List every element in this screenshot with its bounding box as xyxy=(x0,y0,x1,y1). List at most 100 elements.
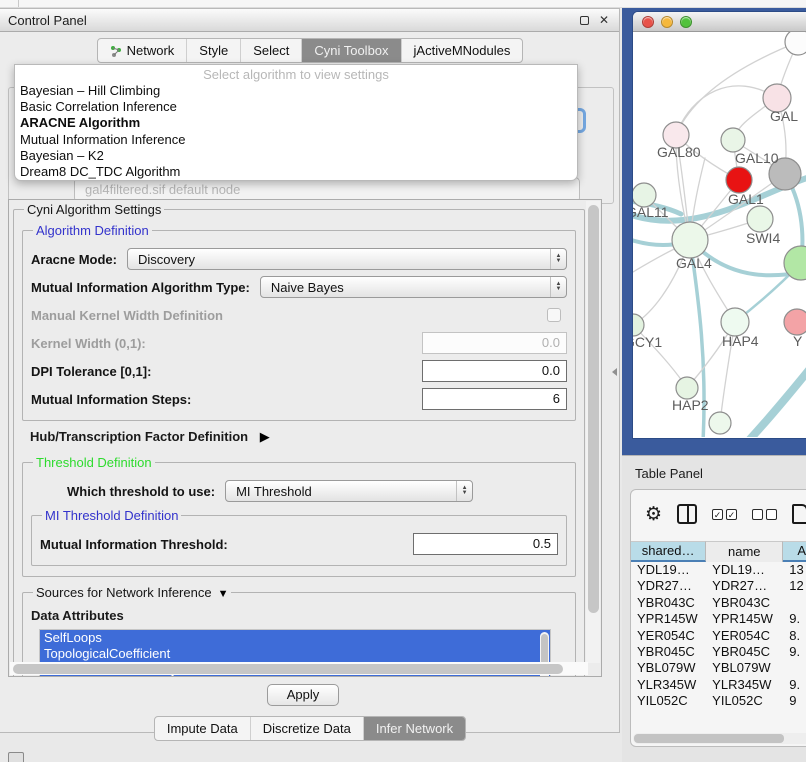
network-node[interactable] xyxy=(709,412,731,434)
threshold-definition-title: Threshold Definition xyxy=(33,455,155,470)
tab-discretize-data[interactable]: Discretize Data xyxy=(251,717,364,740)
table-cell: 9 xyxy=(783,693,806,709)
table-cell: YER054C xyxy=(706,628,783,644)
algorithm-option[interactable]: Bayesian – K2 xyxy=(15,148,577,164)
minimized-panel-icon[interactable] xyxy=(8,752,24,762)
close-traffic-light[interactable] xyxy=(642,16,654,28)
deselect-all-checks-icon[interactable] xyxy=(752,509,777,520)
table-cell: YPR145W xyxy=(631,611,706,627)
table-cell: YLR345W xyxy=(631,677,706,693)
network-window-titlebar[interactable] xyxy=(633,12,806,32)
expand-right-icon: ▶ xyxy=(260,429,270,445)
zoom-traffic-light[interactable] xyxy=(680,16,692,28)
data-attributes-label: Data Attributes xyxy=(31,608,567,623)
table-row[interactable]: YLR345WYLR345W9. xyxy=(631,677,806,693)
aracne-mode-combo[interactable]: Discovery ▲▼ xyxy=(127,248,567,270)
control-panel-window: Control Panel ✕ Network Style Select Cyn… xyxy=(0,8,620,733)
mi-type-label: Mutual Information Algorithm Type: xyxy=(31,280,250,295)
network-node-gal10[interactable] xyxy=(721,128,745,152)
apply-button[interactable]: Apply xyxy=(267,684,339,706)
minimize-traffic-light[interactable] xyxy=(661,16,673,28)
manual-kernel-checkbox[interactable] xyxy=(547,308,561,322)
algorithm-placeholder: Select algorithm to view settings xyxy=(15,67,577,83)
network-node[interactable] xyxy=(785,32,806,55)
table-cell: YBL079W xyxy=(631,660,706,676)
table-row[interactable]: YER054CYER054C8. xyxy=(631,628,806,644)
table-row[interactable]: YBR045CYBR045C9. xyxy=(631,644,806,660)
settings-vertical-scrollbar[interactable] xyxy=(586,201,600,663)
algorithm-option-selected[interactable]: ARACNE Algorithm xyxy=(15,115,577,131)
split-columns-icon[interactable] xyxy=(677,504,697,524)
algorithm-option[interactable]: Basic Correlation Inference xyxy=(15,99,577,115)
table-cell: YBR045C xyxy=(631,644,706,660)
sources-title[interactable]: Sources for Network Inference▼ xyxy=(33,585,231,600)
mi-steps-field[interactable]: 6 xyxy=(422,388,567,410)
table-row[interactable]: YBL079WYBL079W xyxy=(631,660,806,676)
table-cell: 9. xyxy=(783,611,806,627)
attribute-item[interactable]: SelfLoops xyxy=(40,630,550,646)
tab-cyni-toolbox[interactable]: Cyni Toolbox xyxy=(302,39,401,62)
mi-threshold-field[interactable]: 0.5 xyxy=(413,533,558,555)
network-node-gal1[interactable] xyxy=(726,167,752,193)
settings-scroll-area: Cyni Algorithm Settings Algorithm Defini… xyxy=(8,199,602,677)
which-threshold-combo[interactable]: MI Threshold ▲▼ xyxy=(225,480,473,502)
manual-kernel-label: Manual Kernel Width Definition xyxy=(31,308,223,323)
cyni-bottom-tabbar: Impute Data Discretize Data Infer Networ… xyxy=(0,716,620,741)
algorithm-option[interactable]: Bayesian – Hill Climbing xyxy=(15,83,577,99)
hub-definition-expander[interactable]: Hub/Transcription Factor Definition ▶ xyxy=(30,429,576,445)
document-icon[interactable] xyxy=(792,504,806,524)
stepper-arrows-icon: ▲▼ xyxy=(550,277,566,297)
table-row[interactable]: YDL19…YDL19…13 xyxy=(631,562,806,578)
tab-select[interactable]: Select xyxy=(241,39,302,62)
tab-style[interactable]: Style xyxy=(187,39,241,62)
column-header-shared-name[interactable]: shared… xyxy=(631,541,706,562)
settings-horizontal-scrollbar[interactable] xyxy=(10,662,588,675)
kernel-width-field[interactable]: 0.0 xyxy=(422,332,567,354)
tab-jactivemnodules[interactable]: jActiveMNodules xyxy=(402,39,523,62)
table-cell: YER054C xyxy=(631,628,706,644)
column-header-name[interactable]: name xyxy=(706,541,783,562)
network-node-y[interactable] xyxy=(784,309,806,335)
table-row[interactable]: YBR043CYBR043C xyxy=(631,595,806,611)
table-cell xyxy=(783,595,806,611)
network-node-swi4[interactable] xyxy=(747,206,773,232)
table-horizontal-scrollbar[interactable] xyxy=(633,733,806,744)
select-all-checks-icon[interactable]: ✓✓ xyxy=(712,509,737,520)
table-cell: 12 xyxy=(783,578,806,594)
column-header-partial[interactable]: A xyxy=(783,541,806,562)
node-label: Y xyxy=(793,333,803,349)
algorithm-dropdown-popup: Select algorithm to view settings Bayesi… xyxy=(14,64,578,181)
network-canvas[interactable]: GALGAL80GAL10GAL1GAL11SWI4GAL4GCY1HAP4YH… xyxy=(633,32,806,437)
close-panel-icon[interactable]: ✕ xyxy=(597,13,611,27)
node-label: GCY1 xyxy=(633,334,662,350)
table-cell: 9. xyxy=(783,677,806,693)
control-panel-title: Control Panel xyxy=(8,13,572,28)
dpi-tolerance-field[interactable]: 0.0 xyxy=(422,360,567,382)
table-row[interactable]: YDR27…YDR27…12 xyxy=(631,578,806,594)
algorithm-option[interactable]: Dream8 DC_TDC Algorithm xyxy=(15,164,577,180)
attribute-item[interactable]: TopologicalCoefficient xyxy=(40,646,550,662)
network-node-hap2[interactable] xyxy=(676,377,698,399)
table-cell: YBR043C xyxy=(706,595,783,611)
table-row[interactable]: YIL052CYIL052C9 xyxy=(631,693,806,709)
tab-infer-network[interactable]: Infer Network xyxy=(364,717,465,740)
table-cell xyxy=(783,660,806,676)
mi-type-combo[interactable]: Naive Bayes ▲▼ xyxy=(260,276,567,298)
network-node-gcy1[interactable] xyxy=(633,314,644,336)
tab-impute-data[interactable]: Impute Data xyxy=(155,717,251,740)
algorithm-option[interactable]: Mutual Information Inference xyxy=(15,132,577,148)
table-row[interactable]: YPR145WYPR145W9. xyxy=(631,611,806,627)
splitpane-collapse-icon[interactable] xyxy=(612,368,617,376)
gear-icon[interactable]: ⚙ xyxy=(645,505,662,524)
tab-network[interactable]: Network xyxy=(98,39,188,62)
table-cell: 13 xyxy=(783,562,806,578)
stepper-arrows-icon: ▲▼ xyxy=(456,481,472,501)
network-node-gal4[interactable] xyxy=(672,222,708,258)
network-node-hap4[interactable] xyxy=(721,308,749,336)
float-panel-icon[interactable] xyxy=(580,16,589,25)
table-cell: YDR27… xyxy=(631,578,706,594)
table-panel-title: Table Panel xyxy=(635,466,703,481)
node-label: GAL80 xyxy=(657,144,701,160)
table-toolbar: ⚙ ✓✓ xyxy=(631,490,806,538)
threshold-definition-group: Threshold Definition Which threshold to … xyxy=(22,455,576,577)
